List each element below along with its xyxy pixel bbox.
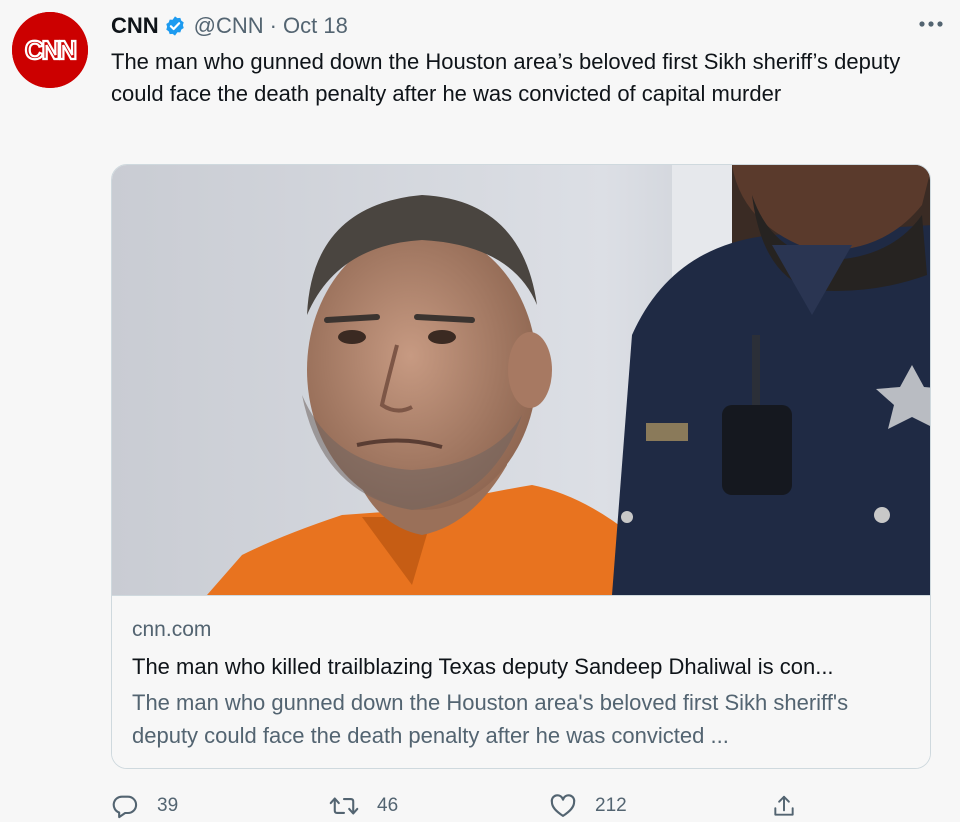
card-domain: cnn.com: [132, 618, 212, 641]
courtroom-photo: [112, 165, 930, 595]
reply-count: 39: [157, 795, 179, 816]
link-card[interactable]: cnn.com The man who killed trailblazing …: [111, 164, 931, 769]
tweet[interactable]: CNN CNN @CNN · Oct 18 The man who gunned…: [0, 0, 960, 822]
reply-icon: [112, 795, 138, 819]
cnn-logo-icon: CNN: [12, 12, 88, 88]
like-count: 212: [595, 795, 627, 816]
retweet-count: 46: [377, 795, 399, 816]
share-button[interactable]: [771, 790, 797, 822]
share-icon: [774, 795, 794, 816]
more-options-button[interactable]: [916, 12, 946, 36]
card-image[interactable]: [112, 165, 930, 596]
more-icon: [919, 21, 943, 27]
svg-text:CNN: CNN: [25, 35, 77, 65]
avatar[interactable]: CNN: [12, 12, 88, 88]
card-title: The man who killed trailblazing Texas de…: [132, 654, 834, 679]
tweet-header: CNN @CNN · Oct 18: [111, 10, 348, 42]
header-separator: ·: [269, 13, 277, 38]
card-description: The man who gunned down the Houston area…: [132, 690, 849, 748]
verified-badge-icon: [164, 15, 186, 37]
retweet-icon: [329, 797, 359, 815]
tweet-text: The man who gunned down the Houston area…: [111, 49, 901, 106]
tweet-date[interactable]: Oct 18: [283, 13, 348, 39]
card-body[interactable]: cnn.com The man who killed trailblazing …: [112, 596, 930, 768]
like-button[interactable]: 212: [549, 790, 627, 822]
account-name[interactable]: CNN: [111, 13, 159, 39]
retweet-button[interactable]: 46: [329, 790, 398, 822]
account-handle[interactable]: @CNN: [194, 13, 264, 39]
action-bar: 39 46 212: [111, 790, 931, 822]
reply-button[interactable]: 39: [111, 790, 178, 822]
like-icon: [550, 794, 576, 817]
